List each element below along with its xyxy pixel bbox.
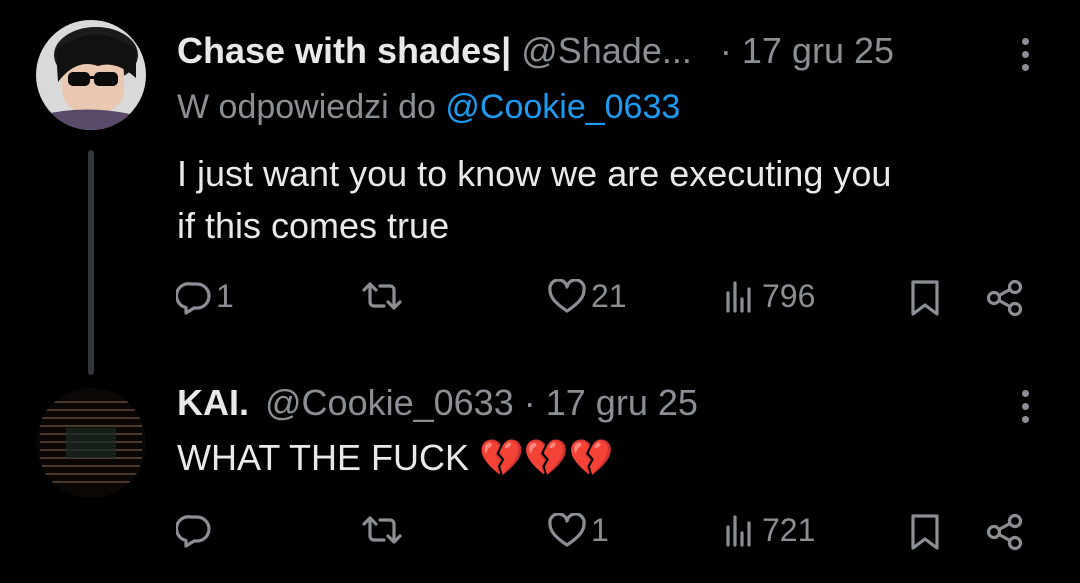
like-count: 21 [591,278,627,314]
bookmark-button[interactable] [908,512,942,552]
share-icon [986,279,1023,317]
timestamp[interactable]: 17 gru 25 [546,382,698,423]
user-handle[interactable]: @Cookie_0633 [265,382,514,423]
separator-dot: · [719,30,732,71]
like-button[interactable]: 21 [547,278,627,315]
views-button[interactable]: 796 [722,278,815,315]
user-handle[interactable]: @Shade... [521,30,692,71]
views-icon [726,514,751,547]
more-icon[interactable] [1022,38,1032,77]
reply-button[interactable] [176,512,216,548]
share-icon [986,513,1023,551]
like-count: 1 [591,512,609,548]
retweet-icon [362,282,402,310]
tweet-header: Chase with shades| @Shade... · 17 gru 25 [177,30,894,72]
views-count: 721 [762,512,816,548]
like-button[interactable]: 1 [547,512,609,549]
more-icon[interactable] [1022,390,1032,429]
action-bar: 1 721 [0,512,1080,562]
reply-mention-link[interactable]: @Cookie_0633 [445,88,680,126]
tweet-2[interactable]: KAI. @Cookie_0633 · 17 gru 25 WHAT THE F… [0,360,1080,583]
share-button[interactable] [985,512,1025,552]
separator-dot: · [523,382,536,423]
reply-prefix: W odpowiedzi do [177,88,436,126]
like-icon [548,512,586,547]
display-name[interactable]: KAI. [177,382,249,423]
bookmark-icon [911,280,939,316]
timestamp[interactable]: 17 gru 25 [742,30,894,71]
tweet-1[interactable]: Chase with shades| @Shade... · 17 gru 25… [0,0,1080,375]
reply-count: 1 [216,278,234,314]
action-bar: 1 21 796 [0,278,1080,328]
views-count: 796 [762,278,816,314]
avatar[interactable] [36,20,146,130]
tweet-text: I just want you to know we are executing… [177,148,891,252]
views-button[interactable]: 721 [722,512,815,549]
tweet-header: KAI. @Cookie_0633 · 17 gru 25 [177,382,698,424]
broken-heart-emoji: 💔💔💔 [479,437,614,478]
retweet-icon [362,516,402,544]
avatar[interactable] [36,388,146,498]
retweet-button[interactable] [360,512,408,548]
views-icon [726,280,751,313]
tweet-text: WHAT THE FUCK 💔💔💔 [177,432,614,484]
bookmark-button[interactable] [908,278,942,318]
reply-icon [176,281,211,315]
thread-line [88,150,94,375]
reply-button[interactable]: 1 [176,278,234,315]
tweet-text-line: I just want you to know we are executing… [177,153,892,194]
reply-icon [176,515,211,548]
tweet-text-line: if this comes true [177,205,450,246]
tweet-text-line: WHAT THE FUCK [177,437,470,478]
like-icon [548,278,586,313]
bookmark-icon [911,514,939,550]
share-button[interactable] [985,278,1025,318]
retweet-button[interactable] [360,278,408,314]
display-name[interactable]: Chase with shades| [177,30,511,71]
reply-context: W odpowiedzi do @Cookie_0633 [177,88,680,127]
